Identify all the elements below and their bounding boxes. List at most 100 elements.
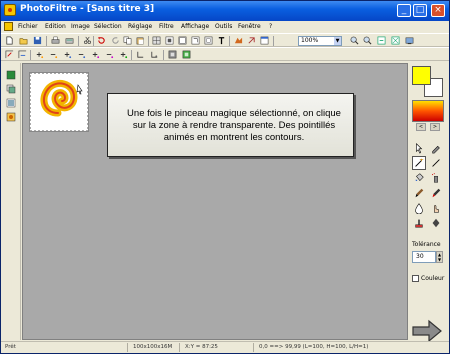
document-menu-icon[interactable] [4, 22, 13, 31]
gamma-plus-icon[interactable] [119, 50, 128, 59]
plugin-icon[interactable] [234, 36, 243, 45]
fit-window-icon[interactable] [391, 36, 400, 45]
foreground-color-swatch[interactable] [412, 66, 431, 85]
eyedropper-tool-icon[interactable] [429, 141, 443, 155]
zoom-select[interactable]: 100% ▼ [298, 36, 342, 46]
gradient-palette[interactable] [412, 100, 444, 122]
new-file-icon[interactable] [5, 36, 14, 45]
zoom-out-icon[interactable] [363, 36, 372, 45]
fullscreen-icon[interactable] [405, 36, 414, 45]
status-color-info: 0,0 ==> 99,99 (L=100, H=100, L/H=1) [259, 344, 369, 350]
cut-icon[interactable] [83, 36, 92, 45]
tolerance-label: Tolérance [412, 241, 441, 248]
finger-tool-icon[interactable] [429, 201, 443, 215]
actual-size-icon[interactable] [377, 36, 386, 45]
spray-tool-icon[interactable] [429, 171, 443, 185]
left-panel [1, 63, 21, 340]
sharpen-icon[interactable] [168, 50, 177, 59]
save-icon[interactable] [33, 36, 42, 45]
spiral-image[interactable] [29, 72, 89, 132]
callout-text: Une fois le pinceau magique sélectionné,… [127, 108, 341, 143]
gradient-nav: < > [412, 123, 444, 131]
status-bar: Prêt 100x100x16M X:Y = 87:25 0,0 ==> 99,… [1, 341, 449, 353]
menu-filtre[interactable]: Filtre [159, 23, 174, 30]
right-panel: < > Tolérance 30 ▲ ▼ Couleur [409, 63, 449, 340]
canvas-size-icon[interactable] [178, 36, 187, 45]
image-document[interactable] [29, 72, 89, 132]
mask-icon[interactable] [6, 98, 16, 108]
app-window: PhotoFiltre - [Sans titre 3] _ □ × Fichi… [0, 0, 450, 354]
tolerance-spinner[interactable]: ▲ ▼ [436, 251, 443, 263]
window-title: PhotoFiltre - [Sans titre 3] [20, 4, 155, 14]
resize-icon[interactable] [191, 36, 200, 45]
grayscale-icon[interactable] [150, 50, 159, 59]
text-icon[interactable] [217, 36, 226, 45]
contrast-plus-icon[interactable] [63, 50, 72, 59]
gradient-prev-button[interactable]: < [416, 123, 426, 131]
couleur-label: Couleur [421, 275, 445, 282]
undo-icon[interactable] [97, 36, 106, 45]
frame-icon[interactable] [204, 36, 213, 45]
status-coords: X:Y = 87:25 [185, 344, 218, 350]
brush-tool-icon[interactable] [412, 186, 426, 200]
print-icon[interactable] [51, 36, 60, 45]
saturation-minus-icon[interactable] [105, 50, 114, 59]
distort-tool-icon[interactable] [429, 216, 443, 230]
gamma-minus-icon[interactable] [136, 50, 145, 59]
auto-level-icon[interactable] [5, 50, 14, 59]
tolerance-input[interactable]: 30 [412, 251, 436, 263]
gradient-next-button[interactable]: > [430, 123, 440, 131]
minimize-button[interactable]: _ [397, 4, 411, 17]
close-button[interactable]: × [431, 4, 445, 17]
filter-toolbar [1, 47, 449, 61]
menu-selection[interactable]: Sélection [94, 23, 122, 30]
fill-tool-icon[interactable] [412, 171, 426, 185]
advanced-brush-tool-icon[interactable] [429, 186, 443, 200]
chevron-down-icon[interactable]: ▼ [334, 37, 341, 45]
main-toolbar: 100% ▼ [1, 33, 449, 47]
status-ready: Prêt [5, 344, 16, 350]
image-size-icon[interactable] [165, 36, 174, 45]
menu-outils[interactable]: Outils [215, 23, 232, 30]
zoom-value: 100% [301, 37, 319, 44]
line-tool-icon[interactable] [429, 156, 443, 170]
brightness-plus-icon[interactable] [35, 50, 44, 59]
menu-edition[interactable]: Edition [45, 23, 66, 30]
brightness-minus-icon[interactable] [49, 50, 58, 59]
layers-stack-icon[interactable] [6, 84, 16, 94]
menu-fenetre[interactable]: Fenêtre [238, 23, 261, 30]
automation-icon[interactable] [247, 36, 256, 45]
menu-reglage[interactable]: Réglage [128, 23, 152, 30]
blur-drop-tool-icon[interactable] [412, 201, 426, 215]
photofiltre-icon[interactable] [4, 4, 16, 16]
instruction-callout: Une fois le pinceau magique sélectionné,… [107, 93, 354, 157]
menu-affichage[interactable]: Affichage [181, 23, 209, 30]
auto-contrast-icon[interactable] [18, 50, 27, 59]
pointer-tool-icon[interactable] [412, 141, 426, 155]
paste-icon[interactable] [136, 36, 145, 45]
contrast-minus-icon[interactable] [77, 50, 86, 59]
grid-icon[interactable] [152, 36, 161, 45]
menu-fichier[interactable]: Fichier [18, 23, 38, 30]
copy-icon[interactable] [123, 36, 132, 45]
arrow-right-icon[interactable] [411, 319, 443, 343]
blur-icon[interactable] [182, 50, 191, 59]
redo-icon[interactable] [111, 36, 120, 45]
menu-image[interactable]: Image [71, 23, 90, 30]
maximize-button[interactable]: □ [413, 4, 427, 17]
title-bar[interactable]: PhotoFiltre - [Sans titre 3] _ □ × [1, 1, 449, 21]
magic-wand-tool-icon[interactable] [412, 156, 426, 170]
saturation-plus-icon[interactable] [91, 50, 100, 59]
open-folder-icon[interactable] [19, 36, 28, 45]
zoom-in-icon[interactable] [350, 36, 359, 45]
status-dimensions: 100x100x16M [133, 344, 173, 350]
clone-stamp-tool-icon[interactable] [412, 216, 426, 230]
menu-bar: Fichier Edition Image Sélection Réglage … [1, 21, 449, 33]
layer-icon[interactable] [6, 70, 16, 80]
scan-icon[interactable] [65, 36, 74, 45]
couleur-checkbox[interactable] [412, 275, 419, 282]
menu-help[interactable]: ? [269, 23, 272, 30]
browser-icon[interactable] [260, 36, 269, 45]
stamp-icon[interactable] [6, 112, 16, 122]
workspace[interactable]: Une fois le pinceau magique sélectionné,… [22, 63, 408, 340]
